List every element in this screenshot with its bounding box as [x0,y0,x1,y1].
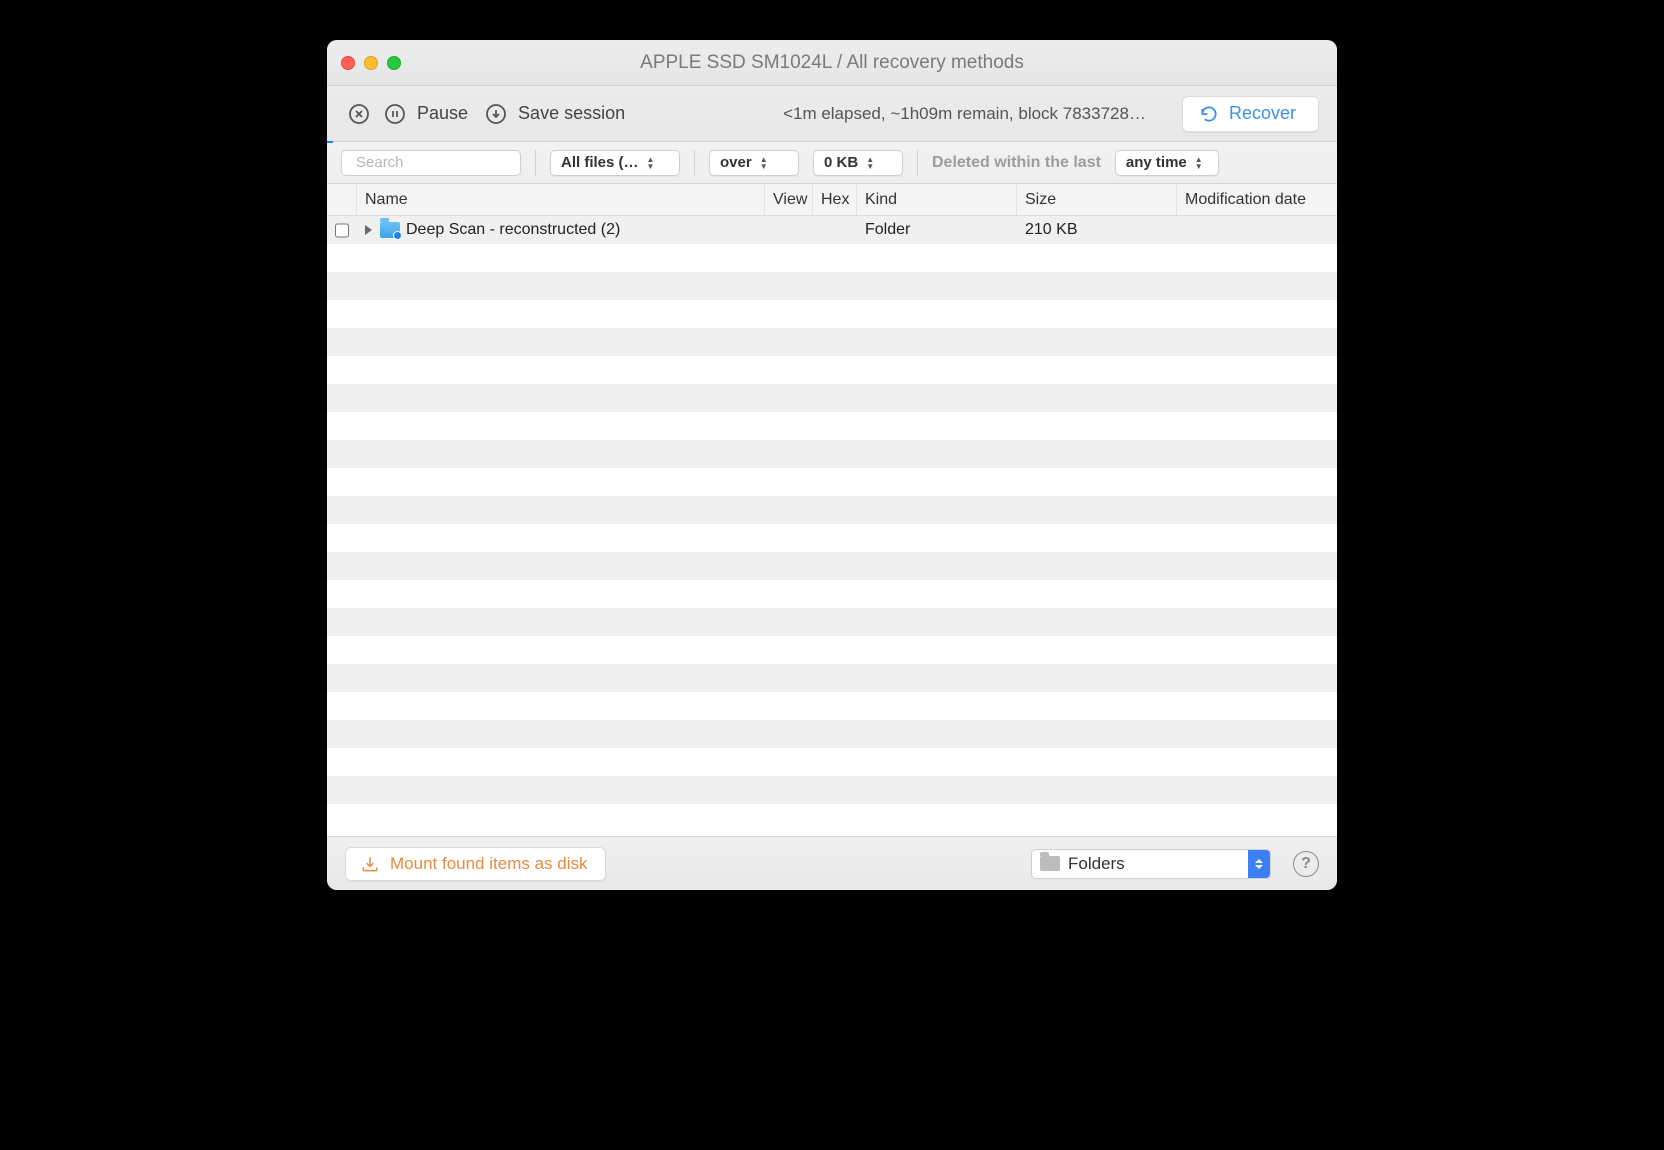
divider [535,150,536,176]
chevron-updown-icon: ▲▼ [1195,156,1203,170]
row-size-cell: 210 KB [1017,221,1177,239]
pause-label[interactable]: Pause [417,103,468,124]
pause-icon[interactable] [381,100,409,128]
empty-row [327,692,1337,720]
scan-progress-indicator [327,141,333,143]
empty-row [327,552,1337,580]
empty-row [327,356,1337,384]
mount-icon [360,854,380,874]
size-value-dropdown[interactable]: 0 KB ▲▼ [813,150,903,176]
column-kind[interactable]: Kind [857,184,1017,215]
column-name[interactable]: Name [357,184,765,215]
empty-row [327,244,1337,272]
mount-as-disk-button[interactable]: Mount found items as disk [345,847,606,881]
row-name-cell[interactable]: Deep Scan - reconstructed (2) [357,221,765,239]
file-list[interactable]: Deep Scan - reconstructed (2) Folder 210… [327,216,1337,836]
mount-button-label: Mount found items as disk [390,854,587,874]
table-header: Name View Hex Kind Size Modification dat… [327,184,1337,216]
empty-row [327,272,1337,300]
size-operator-value: over [720,154,752,171]
view-mode-select[interactable]: Folders [1031,849,1271,879]
chevron-updown-icon [1248,850,1270,878]
traffic-lights [341,56,401,70]
chevron-updown-icon: ▲▼ [760,156,768,170]
filter-bar: ▲▼ All files (… ▲▼ over ▲▼ 0 KB ▲▼ Delet… [327,142,1337,184]
column-size[interactable]: Size [1017,184,1177,215]
close-window-button[interactable] [341,56,355,70]
empty-row [327,636,1337,664]
recover-button[interactable]: Recover [1182,96,1319,132]
size-value-text: 0 KB [824,154,858,171]
deleted-time-dropdown[interactable]: any time ▲▼ [1115,150,1219,176]
titlebar: APPLE SSD SM1024L / All recovery methods [327,40,1337,86]
minimize-window-button[interactable] [364,56,378,70]
file-type-filter-value: All files (… [561,154,639,171]
column-hex[interactable]: Hex [813,184,857,215]
row-kind-cell: Folder [857,221,1017,239]
empty-row [327,412,1337,440]
empty-row [327,468,1337,496]
empty-row [327,580,1337,608]
empty-row [327,440,1337,468]
empty-row [327,664,1337,692]
recover-icon [1199,104,1219,124]
empty-row [327,524,1337,552]
save-session-label[interactable]: Save session [518,103,625,124]
size-operator-dropdown[interactable]: over ▲▼ [709,150,799,176]
deleted-filter-label: Deleted within the last [932,154,1101,172]
deleted-time-value: any time [1126,154,1187,171]
app-window: APPLE SSD SM1024L / All recovery methods… [327,40,1337,890]
footer: Mount found items as disk Folders ? [327,836,1337,890]
maximize-window-button[interactable] [387,56,401,70]
row-checkbox-cell [327,223,357,238]
chevron-updown-icon: ▲▼ [866,156,874,170]
search-input[interactable] [356,154,555,171]
divider [694,150,695,176]
row-checkbox[interactable] [335,223,349,238]
folder-icon [380,222,400,238]
empty-row [327,496,1337,524]
help-button[interactable]: ? [1293,851,1319,877]
column-modification[interactable]: Modification date [1177,184,1337,215]
empty-row [327,608,1337,636]
view-mode-value: Folders [1068,854,1125,874]
chevron-updown-icon: ▲▼ [647,156,655,170]
search-input-wrapper[interactable]: ▲▼ [341,150,521,176]
empty-row [327,720,1337,748]
column-checkbox [327,184,357,215]
empty-row [327,328,1337,356]
empty-row [327,748,1337,776]
column-view[interactable]: View [765,184,813,215]
divider [917,150,918,176]
empty-row [327,300,1337,328]
save-session-icon[interactable] [482,100,510,128]
folder-icon [1040,856,1060,871]
cancel-icon[interactable] [345,100,373,128]
file-type-filter-dropdown[interactable]: All files (… ▲▼ [550,150,680,176]
scan-status-text: <1m elapsed, ~1h09m remain, block 783372… [783,104,1146,124]
disclosure-triangle-icon[interactable] [365,225,372,235]
toolbar: Pause Save session <1m elapsed, ~1h09m r… [327,86,1337,142]
empty-row [327,776,1337,804]
recover-button-label: Recover [1229,103,1296,124]
window-title: APPLE SSD SM1024L / All recovery methods [327,52,1337,74]
empty-row [327,384,1337,412]
table-row[interactable]: Deep Scan - reconstructed (2) Folder 210… [327,216,1337,244]
row-name-text: Deep Scan - reconstructed (2) [406,221,620,239]
